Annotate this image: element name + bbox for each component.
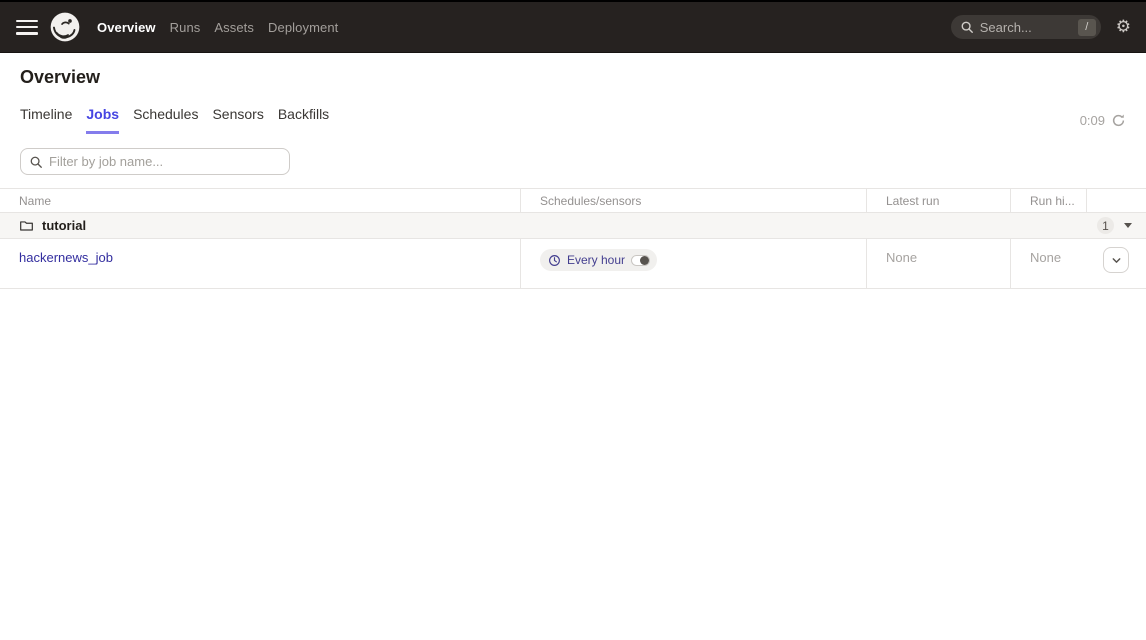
job-link[interactable]: hackernews_job	[19, 250, 113, 265]
main-nav: Overview Runs Assets Deployment	[97, 20, 338, 35]
column-header-actions	[1086, 189, 1146, 212]
topbar: Overview Runs Assets Deployment Search..…	[0, 2, 1146, 53]
latest-run-value: None	[886, 250, 917, 265]
search-shortcut-badge: /	[1078, 19, 1096, 36]
collapse-caret-icon[interactable]	[1124, 223, 1132, 228]
cell-schedules: Every hour	[520, 239, 866, 288]
job-filter-input[interactable]	[49, 154, 281, 169]
nav-item-assets[interactable]: Assets	[214, 20, 254, 35]
filter-row	[20, 148, 1126, 175]
schedule-toggle[interactable]	[631, 255, 650, 266]
schedule-chip[interactable]: Every hour	[540, 249, 657, 271]
search-placeholder: Search...	[980, 20, 1032, 35]
jobs-table: Name Schedules/sensors Latest run Run hi…	[0, 188, 1146, 289]
run-history-value: None	[1030, 250, 1061, 265]
group-name: tutorial	[42, 218, 86, 233]
topbar-right: Search... / ⚙	[951, 15, 1131, 39]
tab-timeline[interactable]: Timeline	[20, 106, 72, 134]
dagster-logo-icon[interactable]	[48, 10, 82, 44]
overview-tabs: Timeline Jobs Schedules Sensors Backfill…	[20, 106, 329, 134]
table-header-row: Name Schedules/sensors Latest run Run hi…	[0, 188, 1146, 213]
refresh-area: 0:09	[1080, 113, 1126, 134]
tab-backfills[interactable]: Backfills	[278, 106, 329, 134]
global-search-input[interactable]: Search... /	[951, 15, 1101, 39]
schedule-chip-label: Every hour	[567, 253, 625, 267]
cell-run-history: None	[1010, 239, 1086, 288]
tabs-row: Timeline Jobs Schedules Sensors Backfill…	[20, 106, 1126, 134]
table-row-hackernews-job: hackernews_job Every hour None None	[0, 239, 1146, 289]
nav-item-overview[interactable]: Overview	[97, 20, 156, 35]
group-row-right: 1	[1097, 217, 1132, 234]
job-count-badge: 1	[1097, 217, 1114, 234]
folder-icon	[19, 218, 34, 233]
clock-icon	[548, 254, 561, 267]
search-icon	[960, 20, 974, 34]
gear-icon[interactable]: ⚙	[1116, 19, 1131, 36]
filter-search-icon	[29, 155, 43, 169]
column-header-schedules: Schedules/sensors	[520, 189, 866, 212]
group-row-tutorial[interactable]: tutorial 1	[0, 213, 1146, 239]
row-actions-button[interactable]	[1103, 247, 1129, 273]
cell-latest-run: None	[866, 239, 1010, 288]
nav-item-runs[interactable]: Runs	[170, 20, 201, 35]
cell-actions	[1086, 239, 1146, 288]
refresh-countdown: 0:09	[1080, 113, 1105, 128]
column-header-name: Name	[0, 189, 520, 212]
menu-icon[interactable]	[16, 20, 38, 35]
tab-jobs[interactable]: Jobs	[86, 106, 119, 134]
tab-sensors[interactable]: Sensors	[212, 106, 263, 134]
column-header-run-history: Run hi...	[1010, 189, 1086, 212]
cell-job-name: hackernews_job	[0, 239, 520, 288]
job-filter-field	[20, 148, 290, 175]
chevron-down-icon	[1111, 255, 1122, 266]
page-title: Overview	[20, 53, 1126, 97]
tab-schedules[interactable]: Schedules	[133, 106, 198, 134]
column-header-latest-run: Latest run	[866, 189, 1010, 212]
refresh-icon[interactable]	[1111, 113, 1126, 128]
nav-item-deployment[interactable]: Deployment	[268, 20, 338, 35]
